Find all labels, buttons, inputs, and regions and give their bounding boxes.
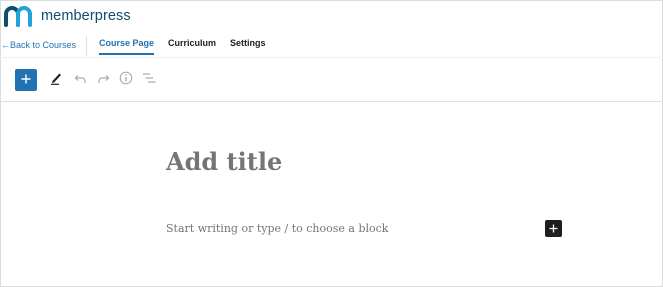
plus-icon: [21, 71, 31, 89]
tools-button[interactable]: [49, 73, 63, 87]
back-to-courses-link[interactable]: ←Back to Courses: [1, 40, 76, 50]
plus-icon: [549, 220, 558, 238]
add-block-button[interactable]: [15, 69, 37, 91]
brand-logo[interactable]: memberpress: [3, 4, 131, 28]
tab-course-page[interactable]: Course Page: [99, 38, 155, 55]
tab-curriculum[interactable]: Curriculum: [168, 38, 216, 55]
brand-name: memberpress: [41, 8, 131, 24]
info-icon: [119, 71, 133, 90]
tab-settings[interactable]: Settings: [230, 38, 266, 55]
block-appender-input[interactable]: Start writing or type / to choose a bloc…: [166, 222, 388, 235]
nav-divider: [86, 36, 87, 56]
editor-toolbar: [15, 69, 156, 91]
redo-button[interactable]: [96, 73, 110, 87]
details-button[interactable]: [119, 71, 133, 90]
post-title-input[interactable]: Add title: [166, 147, 282, 176]
undo-icon: [74, 71, 87, 89]
list-view-icon: [142, 71, 156, 89]
memberpress-logo-icon: [3, 5, 37, 27]
redo-icon: [97, 71, 110, 89]
toolbar-divider: [0, 101, 663, 102]
pencil-icon: [50, 71, 63, 90]
outline-button[interactable]: [142, 73, 156, 87]
course-tabs: Course Page Curriculum Settings: [99, 38, 266, 55]
header-divider: [0, 57, 663, 58]
inline-add-block-button[interactable]: [545, 220, 562, 237]
undo-button[interactable]: [73, 73, 87, 87]
